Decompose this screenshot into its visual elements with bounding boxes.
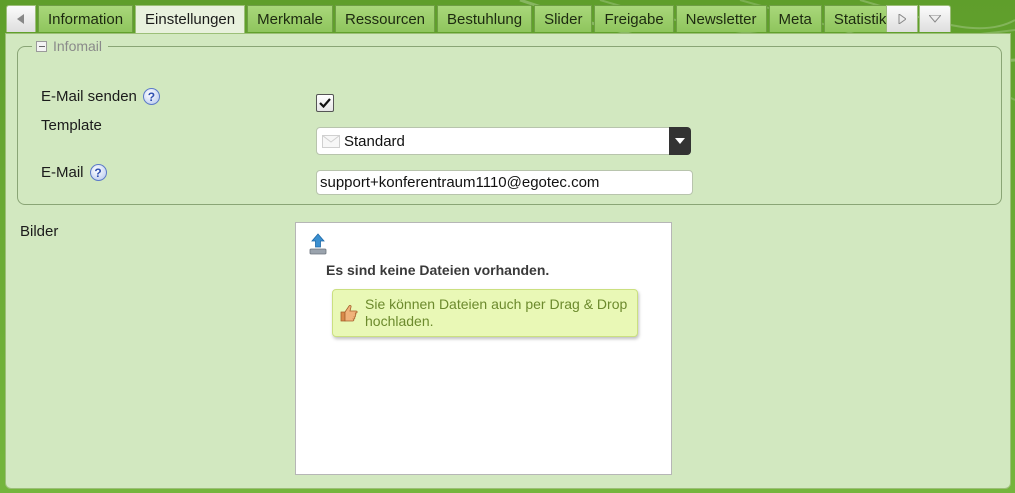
tab-information[interactable]: Information bbox=[38, 5, 134, 32]
tab-ressourcen[interactable]: Ressourcen bbox=[334, 5, 436, 32]
tab-scroll-right-button[interactable] bbox=[886, 5, 918, 32]
help-icon[interactable]: ? bbox=[142, 88, 160, 105]
drag-drop-hint: Sie können Dateien auch per Drag & Drop … bbox=[332, 289, 638, 337]
tab-freigabe[interactable]: Freigabe bbox=[594, 5, 674, 32]
tab-meta[interactable]: Meta bbox=[768, 5, 822, 32]
template-label-row: Template bbox=[41, 117, 102, 134]
tab-scroll-left-button[interactable] bbox=[6, 5, 36, 32]
no-files-message: Es sind keine Dateien vorhanden. bbox=[326, 262, 550, 278]
email-label-row: E-Mail ? bbox=[41, 164, 107, 181]
email-input[interactable] bbox=[316, 170, 693, 195]
tab-einstellungen[interactable]: Einstellungen bbox=[135, 5, 246, 33]
help-icon[interactable]: ? bbox=[89, 164, 107, 181]
infomail-fieldset: Infomail E-Mail senden ? Template Standa… bbox=[17, 38, 1002, 205]
select-arrow-icon[interactable] bbox=[669, 127, 691, 155]
collapse-icon[interactable] bbox=[36, 40, 47, 52]
infomail-legend[interactable]: Infomail bbox=[32, 38, 109, 54]
settings-panel: Infomail E-Mail senden ? Template Standa… bbox=[5, 33, 1011, 489]
send-email-label-row: E-Mail senden ? bbox=[41, 88, 160, 105]
triangle-right-icon bbox=[898, 14, 906, 24]
images-label: Bilder bbox=[20, 223, 59, 240]
tab-bestuhlung[interactable]: Bestuhlung bbox=[437, 5, 533, 32]
envelope-icon bbox=[322, 134, 340, 148]
image-dropzone[interactable]: Es sind keine Dateien vorhanden. Sie kön… bbox=[295, 222, 672, 475]
tab-strip: Information Einstellungen Merkmale Ressourc… bbox=[6, 5, 951, 33]
tab-newsletter[interactable]: Newsletter bbox=[675, 5, 767, 32]
send-email-label: E-Mail senden bbox=[41, 88, 137, 105]
tab-slider[interactable]: Slider bbox=[534, 5, 593, 32]
tab-statistik[interactable]: Statistik bbox=[823, 5, 888, 32]
hand-pointing-icon bbox=[340, 305, 358, 322]
triangle-left-icon bbox=[17, 14, 24, 24]
template-label: Template bbox=[41, 117, 102, 134]
infomail-legend-label: Infomail bbox=[53, 38, 103, 54]
template-select[interactable]: Standard bbox=[316, 127, 691, 155]
tab-merkmale[interactable]: Merkmale bbox=[247, 5, 333, 32]
checkmark-icon bbox=[319, 98, 331, 108]
template-select-value: Standard bbox=[344, 132, 405, 150]
tab-menu-button[interactable] bbox=[919, 5, 951, 32]
send-email-checkbox[interactable] bbox=[316, 94, 334, 112]
email-label: E-Mail bbox=[41, 164, 84, 181]
upload-icon[interactable] bbox=[308, 233, 328, 255]
tab-list: Information Einstellungen Merkmale Ressourc… bbox=[38, 5, 888, 33]
chevron-down-icon bbox=[929, 15, 941, 23]
drag-drop-hint-text: Sie können Dateien auch per Drag & Drop … bbox=[365, 296, 628, 329]
